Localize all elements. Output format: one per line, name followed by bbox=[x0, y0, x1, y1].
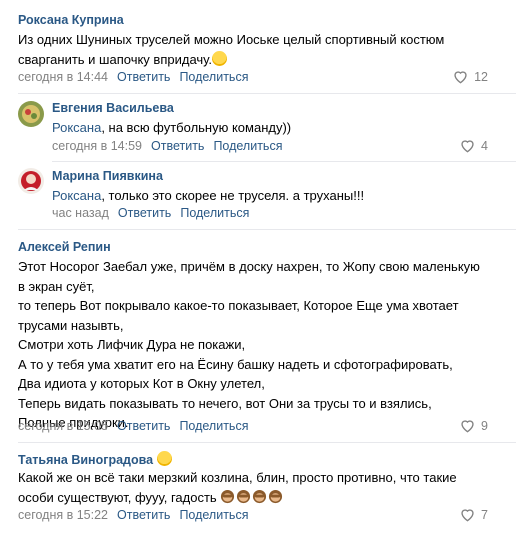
monkey-emoji-icon bbox=[221, 489, 235, 503]
avatar[interactable] bbox=[18, 168, 44, 194]
smile-emoji-icon bbox=[156, 451, 172, 466]
like-count: 4 bbox=[481, 138, 488, 153]
comment-text: Из одних Шуниных труселей можно Иоське ц… bbox=[18, 30, 444, 69]
monkey-emoji-group bbox=[220, 489, 284, 505]
divider bbox=[18, 442, 516, 443]
share-button[interactable]: Поделиться bbox=[179, 419, 248, 433]
comment-text-body: Из одних Шуниных труселей можно Иоське ц… bbox=[18, 32, 445, 67]
like-count: 7 bbox=[481, 507, 488, 522]
comment-meta: час назад Ответить Поделиться bbox=[52, 206, 258, 220]
reply-button[interactable]: Ответить bbox=[117, 508, 170, 522]
comment-time[interactable]: сегодня в 14:44 bbox=[18, 70, 108, 84]
heart-icon bbox=[461, 140, 474, 153]
comment-text-body: , на всю футбольную команду)) bbox=[101, 120, 292, 135]
reply-mention[interactable]: Роксана bbox=[52, 188, 101, 203]
comment-meta: сегодня в 15:05 Ответить Поделиться bbox=[18, 419, 257, 433]
heart-icon bbox=[454, 71, 467, 84]
reply-button[interactable]: Ответить bbox=[118, 206, 171, 220]
comment-text: Роксана, на всю футбольную команду)) bbox=[52, 118, 291, 138]
divider bbox=[18, 229, 516, 230]
avatar[interactable] bbox=[18, 101, 44, 127]
comment-author[interactable]: Алексей Репин bbox=[18, 240, 111, 254]
comment-author[interactable]: Марина Пиявкина bbox=[52, 169, 163, 183]
monkey-emoji-icon bbox=[269, 489, 283, 503]
like-count: 9 bbox=[481, 418, 488, 433]
comment-text: Какой же он всё таки мерзкий козлина, бл… bbox=[18, 468, 457, 507]
comment-author: Татьяна Виноградова bbox=[18, 451, 172, 467]
reply-button[interactable]: Ответить bbox=[151, 139, 204, 153]
share-button[interactable]: Поделиться bbox=[180, 206, 249, 220]
like-button[interactable]: 12 bbox=[452, 69, 488, 84]
avatar-image bbox=[18, 168, 44, 194]
reply-button[interactable]: Ответить bbox=[117, 419, 170, 433]
comment-text: Этот Носорог Заебал уже, причём в доску … bbox=[18, 259, 480, 430]
avatar-image bbox=[18, 101, 44, 127]
like-button[interactable]: 7 bbox=[459, 507, 488, 522]
heart-icon bbox=[461, 420, 474, 433]
like-count: 12 bbox=[474, 69, 488, 84]
comment-meta: сегодня в 14:44 Ответить Поделиться bbox=[18, 70, 257, 84]
comment-text: Роксана, только это скорее не труселя. а… bbox=[52, 186, 364, 206]
monkey-emoji-icon bbox=[237, 489, 251, 503]
like-button[interactable]: 4 bbox=[459, 138, 488, 153]
heart-icon bbox=[461, 509, 474, 522]
comment-time[interactable]: сегодня в 14:59 bbox=[52, 139, 142, 153]
divider bbox=[52, 161, 516, 162]
share-button[interactable]: Поделиться bbox=[179, 70, 248, 84]
comment-author[interactable]: Евгения Васильева bbox=[52, 101, 174, 115]
comment-time[interactable]: сегодня в 15:05 bbox=[18, 419, 108, 433]
comment-text-body: , только это скорее не труселя. а трухан… bbox=[101, 188, 365, 203]
comment-time[interactable]: сегодня в 15:22 bbox=[18, 508, 108, 522]
reply-button[interactable]: Ответить bbox=[117, 70, 170, 84]
comment-meta: сегодня в 14:59 Ответить Поделиться bbox=[52, 139, 291, 153]
share-button[interactable]: Поделиться bbox=[213, 139, 282, 153]
comment-time[interactable]: час назад bbox=[52, 206, 109, 220]
like-button[interactable]: 9 bbox=[459, 418, 488, 433]
divider bbox=[18, 93, 516, 94]
comment-meta: сегодня в 15:22 Ответить Поделиться bbox=[18, 508, 257, 522]
smile-emoji-icon bbox=[211, 50, 227, 66]
comment-author[interactable]: Роксана Куприна bbox=[18, 13, 124, 27]
share-button[interactable]: Поделиться bbox=[179, 508, 248, 522]
comment-author-name[interactable]: Татьяна Виноградова bbox=[18, 453, 153, 467]
reply-mention[interactable]: Роксана bbox=[52, 120, 101, 135]
monkey-emoji-icon bbox=[253, 489, 267, 503]
